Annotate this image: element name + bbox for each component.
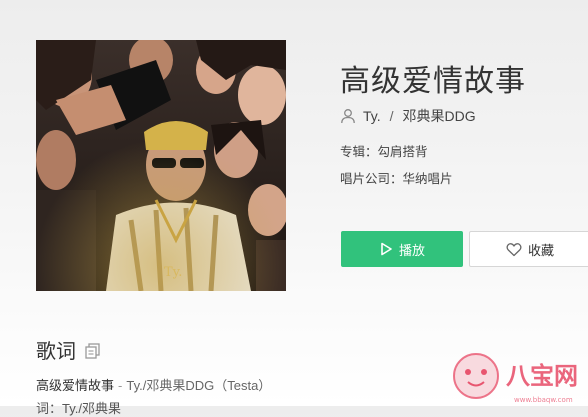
artist2-link[interactable]: 邓典果DDG (403, 106, 476, 126)
watermark-logo: 八宝网 www.bbaqw.com (453, 353, 578, 404)
lyrics-line-1: 高级爱情故事 - Ty./邓典果DDG（Testa） (36, 375, 271, 394)
user-icon (341, 109, 355, 124)
copy-icon[interactable] (85, 342, 100, 359)
site-watermark: 八宝网 www.bbaqw.com (448, 346, 588, 406)
play-button-label: 播放 (398, 242, 425, 258)
album-cover[interactable]: Ty. (36, 40, 286, 291)
lyrics-song-title: 高级爱情故事 (36, 378, 115, 393)
watermark-text: 八宝网 (506, 362, 578, 390)
record-label-value: 华纳唱片 (402, 172, 453, 186)
artist-row: Ty. / 邓典果DDG (340, 106, 476, 126)
record-label-info: 唱片公司：华纳唱片 (340, 168, 453, 187)
favorite-button-label: 收藏 (527, 242, 554, 258)
heart-icon (506, 242, 522, 256)
favorite-button[interactable]: 收藏 (469, 231, 588, 267)
play-button[interactable]: 播放 (341, 231, 463, 267)
artist-link[interactable]: Ty. (363, 108, 381, 124)
watermark-url: www.bbaqw.com (514, 396, 573, 404)
album-label: 专辑： (340, 145, 378, 159)
album-cover-art: Ty. (36, 40, 286, 291)
lyrics-dash: - (118, 378, 123, 393)
lyrics-line-2: 词：Ty./邓典果 (36, 401, 121, 416)
svg-text:Ty.: Ty. (164, 265, 182, 280)
play-icon (381, 242, 392, 256)
lyrics-heading: 歌词 (36, 335, 100, 364)
song-title: 高级爱情故事 (340, 65, 526, 98)
record-label-label: 唱片公司： (340, 172, 403, 186)
album-link[interactable]: 勾肩搭背 (378, 145, 428, 159)
lyrics-credits: Ty./邓典果DDG（Testa） (126, 378, 272, 393)
artist-separator: / (389, 108, 394, 124)
album-info: 专辑：勾肩搭背 (340, 141, 428, 160)
lyrics-heading-text: 歌词 (36, 341, 76, 363)
